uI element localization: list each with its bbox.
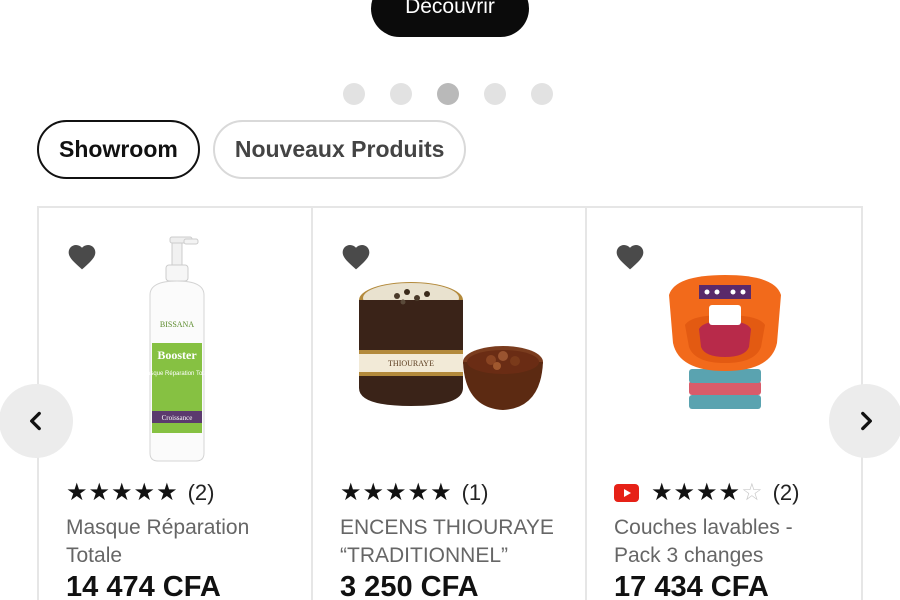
star-filled-icon: ★ [88,479,111,506]
svg-text:Masque Réparation Totale: Masque Réparation Totale [142,371,213,377]
star-filled-icon: ★ [66,479,88,506]
product-name[interactable]: Couches lavables - Pack 3 changes [614,514,844,570]
discover-button[interactable]: Découvrir [371,0,529,37]
product-rating: ★ ★ ★ ★ ☆ (2) [614,480,799,506]
star-filled-icon: ★ [111,479,133,506]
carousel-dot[interactable] [484,83,506,105]
review-count: (1) [461,480,489,505]
star-filled-icon: ★ [407,479,430,506]
star-filled-icon: ★ [696,479,718,506]
product-card[interactable]: THIOURAYE ★★★★★ (1) ENCENS THIOURAYE [313,208,587,600]
svg-text:BISSANA: BISSANA [159,320,193,329]
star-filled-icon: ★ [718,479,741,506]
carousel-dot[interactable] [390,83,412,105]
star-filled-icon: ★ [340,479,362,506]
tab-showroom[interactable]: Showroom [37,120,200,179]
product-name[interactable]: Masque Réparation Totale [66,514,296,570]
carousel-dot[interactable] [343,83,365,105]
chevron-left-icon [30,411,41,431]
star-filled-icon: ★ [673,479,696,506]
product-card[interactable]: ★ ★ ★ ★ ☆ (2) Couches lavables - Pack 3 chan… [587,208,861,600]
product-card[interactable]: BISSANA Booster Masque Réparation Totale… [39,208,313,600]
carousel-prev-button[interactable] [0,384,73,458]
product-price: 14 474 CFA [66,571,221,600]
product-name[interactable]: ENCENS THIOURAYE “TRADITIONNEL” [340,514,570,570]
tab-new-products[interactable]: Nouveaux Produits [212,120,467,179]
svg-text:Croissance: Croissance [161,414,192,422]
star-rating: ★ ★ ★ ★ ☆ [651,481,763,505]
product-carousel: BISSANA Booster Masque Réparation Totale… [37,206,863,600]
product-rating: ★ ★ ★ ★ ★ (1) [340,480,488,506]
svg-text:THIOURAYE: THIOURAYE [388,359,434,368]
carousel-next-button[interactable] [829,384,900,458]
star-empty-icon: ☆ [741,479,763,506]
hair-mask-bottle-image[interactable]: BISSANA Booster Masque Réparation Totale… [59,230,294,470]
svg-text:Booster: Booster [157,348,197,362]
product-price: 3 250 CFA [340,571,479,600]
carousel-dot-active[interactable] [437,83,459,105]
star-filled-icon: ★ [385,479,407,506]
star-filled-icon: ★ [430,479,452,506]
star-filled-icon: ★ [156,479,178,506]
incense-jar-image[interactable]: THIOURAYE [333,230,568,470]
star-filled-icon: ★ [362,479,385,506]
cloth-diaper-image[interactable] [607,230,842,470]
review-count: (2) [772,480,800,505]
video-badge-icon[interactable] [614,484,639,502]
star-filled-icon: ★ [133,479,156,506]
product-rating: ★ ★ ★ ★ ★ (2) [66,480,214,506]
review-count: (2) [187,480,215,505]
carousel-dot[interactable] [531,83,553,105]
star-rating: ★ ★ ★ ★ ★ [340,481,452,505]
carousel-dots [343,83,553,105]
product-price: 17 434 CFA [614,571,769,600]
chevron-right-icon [861,411,872,431]
star-rating: ★ ★ ★ ★ ★ [66,481,178,505]
star-filled-icon: ★ [651,479,673,506]
product-tabs: Showroom Nouveaux Produits [37,120,467,179]
